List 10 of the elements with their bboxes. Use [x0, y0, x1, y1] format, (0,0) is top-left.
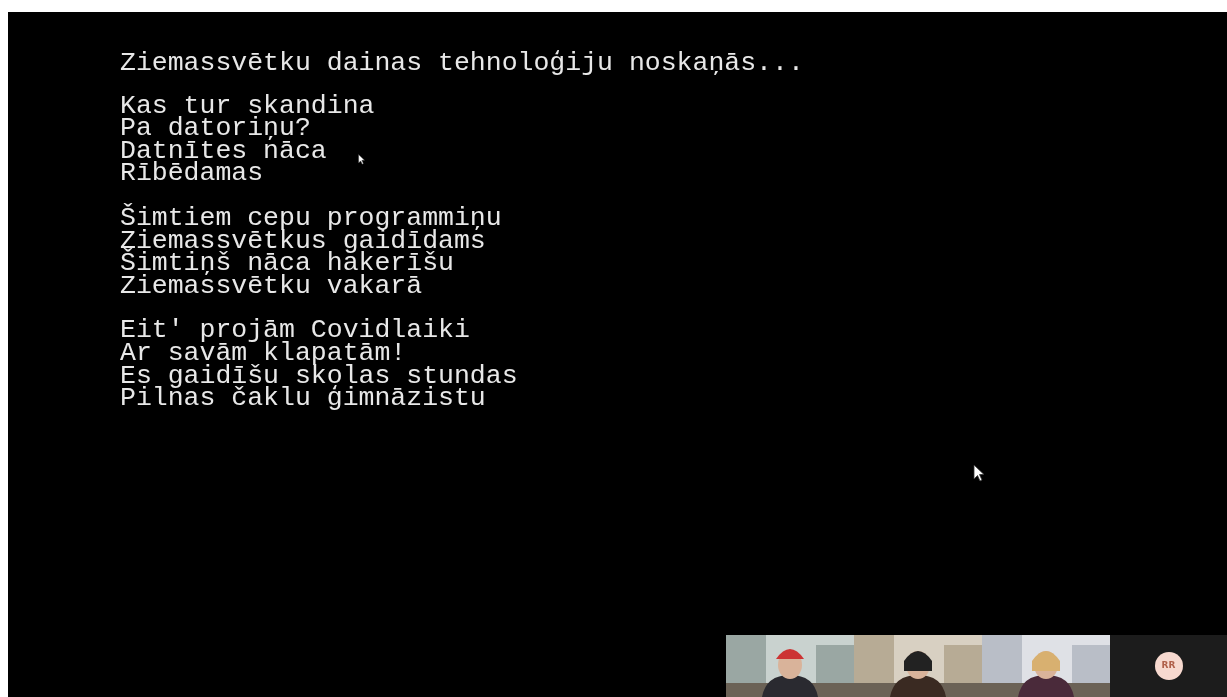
poem-title: Ziemassvētku dainas tehnoloģiju noskaņās... — [120, 52, 804, 75]
poem-line: Pa datoriņu? — [120, 117, 311, 140]
poem-line: Rībēdamas — [120, 162, 264, 185]
poem-line: Eit' projām Covidlaiki — [120, 319, 470, 342]
avatar-initials: RR — [1154, 652, 1183, 680]
poem-line: Pilnas čaklu ģimnāzistu — [120, 387, 486, 410]
poem-line: Ar savām klapatām! — [120, 341, 407, 365]
mouse-pointer-icon — [358, 154, 366, 165]
poem-line: Ziemassvētku vakarā — [120, 274, 423, 298]
mouse-pointer-icon — [973, 464, 985, 482]
